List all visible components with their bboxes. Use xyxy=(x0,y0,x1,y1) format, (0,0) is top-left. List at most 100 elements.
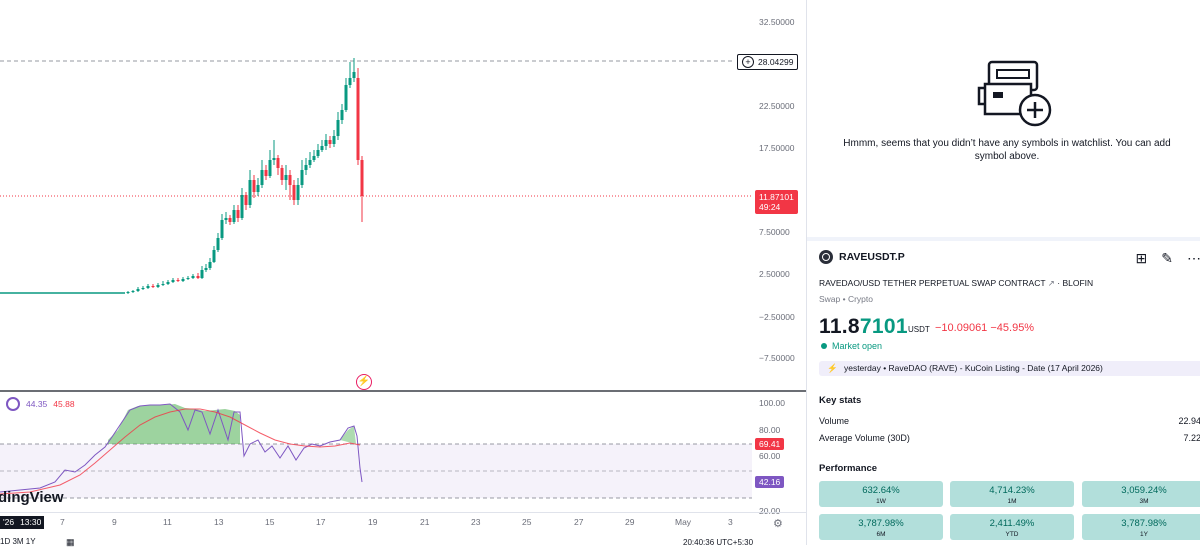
edit-icon[interactable]: ✎ xyxy=(1161,250,1173,267)
performance-value: 3,059.24% xyxy=(1121,485,1167,496)
watchlist-empty-state: Hmmm, seems that you didn’t have any sym… xyxy=(807,0,1200,236)
high-price-value: 28.04299 xyxy=(758,57,794,67)
panel-divider xyxy=(807,237,1200,241)
candle-body xyxy=(141,288,145,289)
price-axis-label: −7.50000 xyxy=(759,353,795,363)
price-axis-label: −2.50000 xyxy=(759,312,795,322)
time-axis-cursor-label: '26 13:30 xyxy=(0,516,45,529)
grid-icon[interactable]: ⊞ xyxy=(1136,250,1148,267)
performance-title: Performance xyxy=(819,463,878,474)
performance-tile[interactable]: 4,714.23% 1M xyxy=(950,481,1074,507)
more-icon[interactable]: ⋯ xyxy=(1187,250,1200,267)
rsi-upper-tag: 69.41 xyxy=(755,438,785,450)
news-time: yesterday xyxy=(843,363,881,373)
market-open-dot-icon xyxy=(821,343,827,349)
performance-value: 3,787.98% xyxy=(1121,518,1167,529)
candle-body xyxy=(216,238,220,250)
candle-body xyxy=(260,170,264,185)
performance-value: 632.64% xyxy=(862,485,900,496)
cursor-date: '26 xyxy=(3,517,15,527)
candle-body xyxy=(171,280,175,282)
symbol-description-row: RAVEDAO/USD TETHER PERPETUAL SWAP CONTRA… xyxy=(819,278,1094,288)
candle-body xyxy=(272,158,276,160)
candle-body xyxy=(328,140,332,144)
clock-readout: 20:40:36 UTC+5:30 xyxy=(683,538,754,547)
settings-gear-icon[interactable]: ⚙ xyxy=(773,517,783,530)
candle-body xyxy=(191,276,195,278)
candle-body xyxy=(348,78,352,85)
exchange-name[interactable]: BLOFIN xyxy=(1062,278,1093,288)
time-axis-label: 15 xyxy=(265,517,275,527)
candle-body xyxy=(240,195,244,218)
candle-body xyxy=(352,72,356,78)
candle-body xyxy=(228,218,232,222)
candle-body xyxy=(244,195,248,205)
performance-tile[interactable]: 632.64% 1W xyxy=(819,481,943,507)
rsi-axis-label: 100.00 xyxy=(759,398,785,408)
time-axis-label: 27 xyxy=(574,517,584,527)
performance-period: 1Y xyxy=(1140,531,1148,538)
candle-body xyxy=(308,160,312,165)
symbol-logo-icon xyxy=(819,250,833,264)
performance-tile[interactable]: 3,059.24% 3M xyxy=(1082,481,1200,507)
candle-body xyxy=(292,185,296,200)
details-toolbar: ⊞ ✎ ⋯ xyxy=(1136,250,1200,267)
chart-canvas[interactable] xyxy=(0,0,806,545)
plus-circle-icon[interactable]: + xyxy=(742,56,754,68)
symbol-description: RAVEDAO/USD TETHER PERPETUAL SWAP CONTRA… xyxy=(819,278,1046,288)
market-status: Market open xyxy=(821,341,882,351)
candlestick-series xyxy=(0,58,364,294)
time-axis-border xyxy=(0,512,806,513)
performance-value: 2,411.49% xyxy=(989,518,1035,529)
watchlist-empty-message: Hmmm, seems that you didn’t have any sym… xyxy=(843,138,1171,162)
time-axis-label: 11 xyxy=(163,517,172,527)
candle-body xyxy=(316,150,320,156)
candle-body xyxy=(296,185,300,200)
price-chart[interactable]: 32.50000 22.50000 17.50000 7.50000 2.50000 −2… xyxy=(0,0,806,548)
time-axis-label: 29 xyxy=(625,517,635,527)
candle-body xyxy=(236,210,240,218)
candle-body xyxy=(264,170,268,176)
last-price-value: 11.87101 xyxy=(759,192,794,202)
candle-body xyxy=(156,285,160,287)
news-headline: RaveDAO (RAVE) - KuCoin Listing - Date (… xyxy=(888,363,1103,373)
candle-body xyxy=(204,268,208,270)
performance-period: 3M xyxy=(1139,498,1149,505)
candle-body xyxy=(288,175,292,185)
news-banner[interactable]: ⚡ yesterday • RaveDAO (RAVE) - KuCoin Li… xyxy=(819,361,1200,376)
price-change: −10.09061 −45.95% xyxy=(935,322,1035,334)
external-link-icon[interactable]: ↗ xyxy=(1048,278,1057,288)
stat-row: Volume 22.94 xyxy=(819,416,1200,426)
rsi-axis-label: 20.00 xyxy=(759,506,781,516)
candle-body xyxy=(276,158,280,168)
price-axis-label: 2.50000 xyxy=(759,269,790,279)
key-stats-title: Key stats xyxy=(819,395,862,406)
time-axis-label: 3 xyxy=(728,517,733,527)
candle-body xyxy=(332,136,336,144)
performance-period: 1M xyxy=(1007,498,1017,505)
lightning-icon[interactable]: ⚡ xyxy=(356,374,372,390)
last-price-tag: 11.87101 49:24 xyxy=(755,190,798,214)
time-axis-label: 23 xyxy=(471,517,481,527)
stat-label: Average Volume (30D) xyxy=(819,433,910,443)
rsi-legend[interactable]: 44.35 45.88 xyxy=(6,397,75,411)
price-axis-label: 32.50000 xyxy=(759,17,795,27)
price-axis-label: 7.50000 xyxy=(759,227,790,237)
cursor-time: 13:30 xyxy=(20,517,42,527)
candle-body xyxy=(284,175,288,180)
performance-value: 4,714.23% xyxy=(989,485,1035,496)
candle-body xyxy=(268,160,272,176)
performance-tile[interactable]: 2,411.49% YTD xyxy=(950,514,1074,540)
performance-tile[interactable]: 3,787.98% 6M xyxy=(819,514,943,540)
calendar-icon[interactable]: ▦ xyxy=(66,537,75,548)
candle-body xyxy=(136,289,140,291)
symbol-type: Swap • Crypto xyxy=(819,294,873,304)
current-price: 11.87101 xyxy=(819,315,908,339)
stat-value: 22.94 xyxy=(1178,416,1200,426)
performance-tile[interactable]: 3,787.98% 1Y xyxy=(1082,514,1200,540)
performance-period: YTD xyxy=(1005,531,1019,538)
candle-body xyxy=(248,180,252,205)
symbol-name[interactable]: RAVEUSDT.P xyxy=(839,251,905,263)
candle-body xyxy=(161,284,165,285)
candle-body xyxy=(320,146,324,150)
